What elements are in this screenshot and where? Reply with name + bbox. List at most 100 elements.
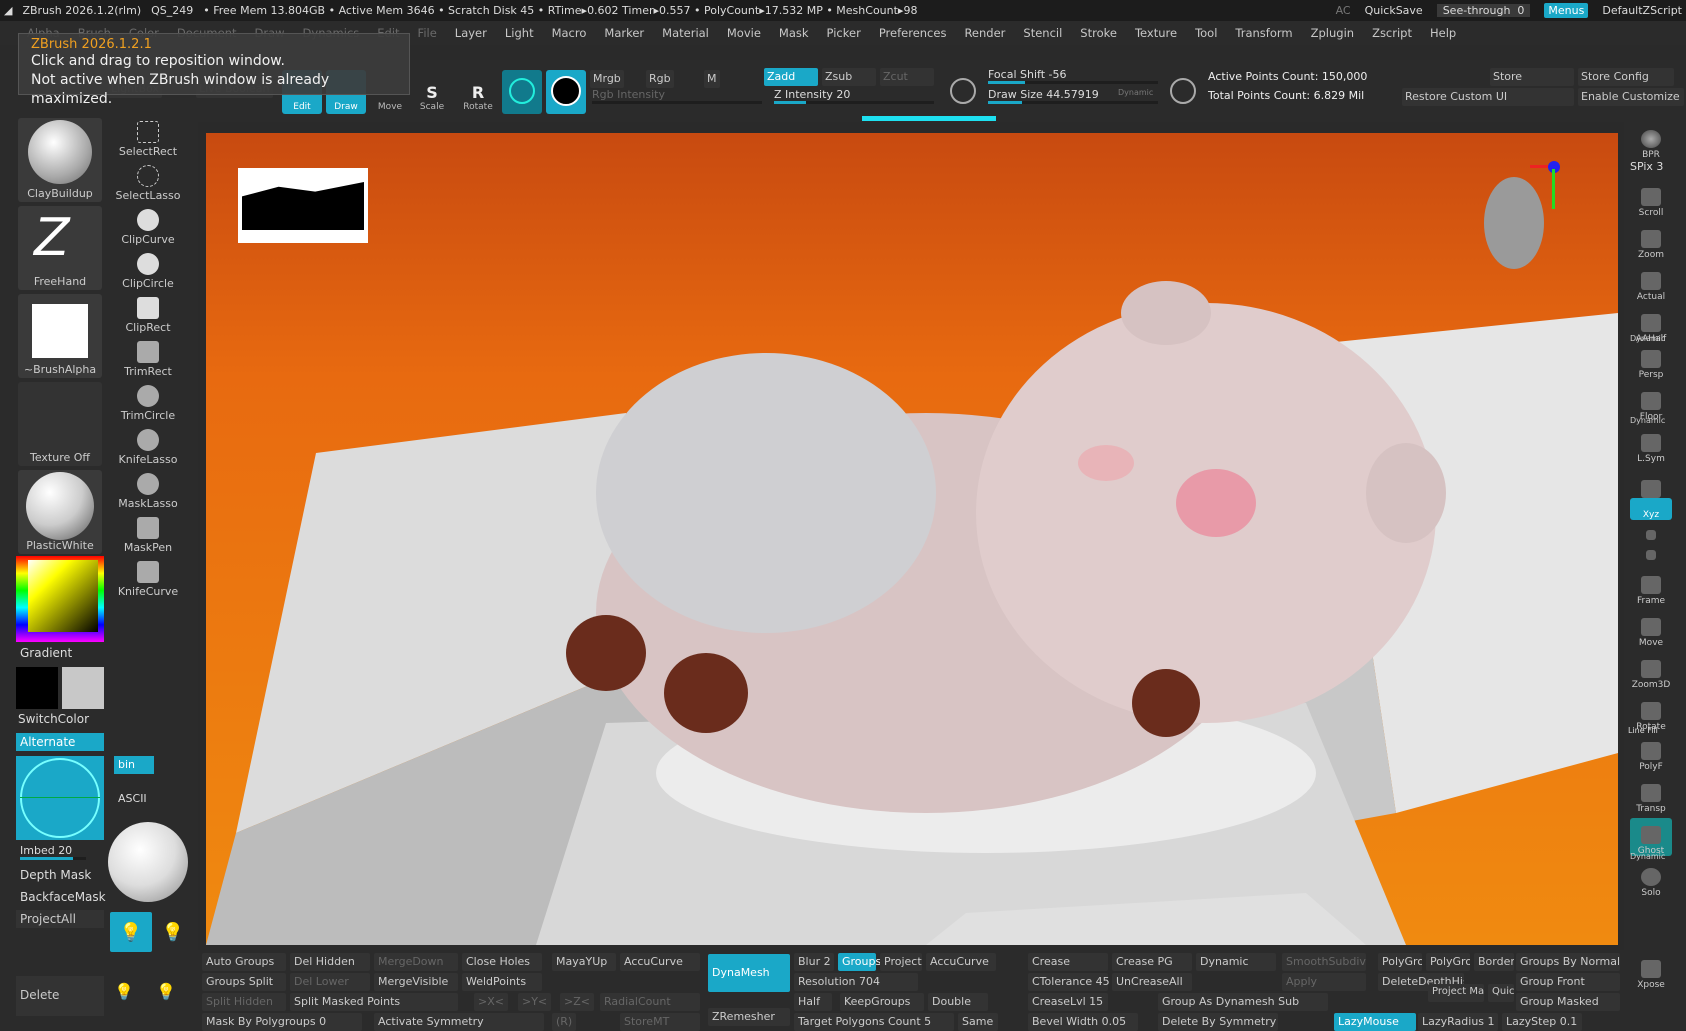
backface-mask-toggle[interactable]: BackfaceMask bbox=[20, 890, 106, 904]
bevel-width-slider[interactable]: Bevel Width 0.05 bbox=[1028, 1013, 1138, 1031]
menu-preferences[interactable]: Preferences bbox=[870, 26, 956, 40]
lightbulb-b-icon[interactable]: 💡 bbox=[156, 982, 176, 1001]
default-zscript-button[interactable]: DefaultZScript bbox=[1602, 4, 1682, 17]
polygroupit-button[interactable]: PolyGroupIt bbox=[1378, 953, 1422, 971]
same-button[interactable]: Same bbox=[958, 1013, 998, 1031]
rgb-intensity-slider[interactable]: Rgb Intensity bbox=[592, 88, 762, 104]
crease-button[interactable]: Crease bbox=[1028, 953, 1108, 971]
zoom3d-button[interactable]: Zoom3D bbox=[1630, 652, 1672, 690]
menus-toggle[interactable]: Menus bbox=[1544, 3, 1589, 18]
groups-by-normals-button[interactable]: Groups By Normals bbox=[1516, 953, 1620, 971]
menu-tool[interactable]: Tool bbox=[1186, 26, 1226, 40]
enable-customize-button[interactable]: Enable Customize bbox=[1578, 88, 1684, 106]
menu-zplugin[interactable]: Zplugin bbox=[1302, 26, 1363, 40]
thumbnail-preview[interactable] bbox=[238, 168, 368, 243]
del-lower-button[interactable]: Del Lower bbox=[290, 973, 370, 991]
reposition-notice[interactable]: ZBrush 2026.1.2.1 Click and drag to repo… bbox=[18, 33, 410, 107]
rotate-y-icon[interactable] bbox=[1630, 522, 1672, 542]
lock-button[interactable] bbox=[1630, 462, 1672, 500]
zremesher-button[interactable]: ZRemesher bbox=[708, 1008, 790, 1026]
gradient-label[interactable]: Gradient bbox=[20, 646, 72, 660]
radial-r-button[interactable]: (R) bbox=[552, 1013, 577, 1031]
menu-stencil[interactable]: Stencil bbox=[1014, 26, 1071, 40]
menu-movie[interactable]: Movie bbox=[718, 26, 770, 40]
menu-macro[interactable]: Macro bbox=[543, 26, 596, 40]
switch-color-button[interactable]: SwitchColor bbox=[18, 712, 89, 726]
radial-count-slider[interactable]: RadialCount bbox=[600, 993, 700, 1011]
store-mt-button[interactable]: StoreMT bbox=[620, 1013, 700, 1031]
lightbulb-a-icon[interactable]: 💡 bbox=[114, 982, 134, 1001]
ctolerance-slider[interactable]: CTolerance 45 bbox=[1028, 973, 1110, 991]
store-config-button[interactable]: Store Config bbox=[1578, 68, 1674, 86]
quicksave-button[interactable]: QuickSave bbox=[1365, 4, 1423, 17]
focal-shift-slider[interactable]: Focal Shift -56 bbox=[988, 68, 1158, 84]
resolution-slider[interactable]: Resolution 704 bbox=[794, 973, 918, 991]
imbed-slider[interactable]: Imbed 20 bbox=[20, 844, 86, 860]
actual-button[interactable]: Actual bbox=[1630, 264, 1672, 302]
tool-clipcurve[interactable]: ClipCurve bbox=[112, 204, 184, 246]
delete-by-symmetry-button[interactable]: Delete By Symmetry bbox=[1158, 1013, 1278, 1031]
z-symmetry-button[interactable]: >Z< bbox=[560, 993, 594, 1011]
lightbulb-off-icon[interactable]: 💡 bbox=[156, 912, 190, 952]
menu-texture[interactable]: Texture bbox=[1126, 26, 1186, 40]
tool-clipcircle[interactable]: ClipCircle bbox=[112, 248, 184, 290]
transp-button[interactable]: Transp bbox=[1630, 776, 1672, 814]
auto-groups-button[interactable]: Auto Groups bbox=[202, 953, 286, 971]
see-through-slider[interactable]: See-through 0 bbox=[1436, 4, 1531, 17]
border-button[interactable]: Border bbox=[1474, 953, 1514, 971]
menu-stroke[interactable]: Stroke bbox=[1071, 26, 1126, 40]
alternate-toggle[interactable]: Alternate bbox=[16, 733, 104, 751]
secondary-color-swatch[interactable] bbox=[62, 667, 104, 709]
weld-points-button[interactable]: WeldPoints bbox=[462, 973, 542, 991]
zcut-button[interactable]: Zcut bbox=[880, 68, 934, 86]
blur-slider[interactable]: Blur 2 bbox=[794, 953, 834, 971]
move-view-button[interactable]: Move bbox=[1630, 610, 1672, 648]
local-symmetry-button[interactable]: L.Sym bbox=[1630, 426, 1672, 464]
crease-pg-button[interactable]: Crease PG bbox=[1112, 953, 1192, 971]
activate-symmetry-button[interactable]: Activate Symmetry bbox=[374, 1013, 544, 1031]
zsub-button[interactable]: Zsub bbox=[822, 68, 876, 86]
alpha-thumbnail[interactable]: ~BrushAlpha bbox=[18, 294, 102, 378]
m-button[interactable]: M bbox=[704, 70, 720, 88]
spix-slider[interactable]: SPix 3 bbox=[1630, 160, 1663, 173]
lazymouse-toggle[interactable]: LazyMouse bbox=[1334, 1013, 1416, 1031]
dynamic-mode-icon[interactable] bbox=[546, 70, 586, 114]
close-holes-button[interactable]: Close Holes bbox=[462, 953, 542, 971]
menu-marker[interactable]: Marker bbox=[595, 26, 653, 40]
tool-cliprect[interactable]: ClipRect bbox=[112, 292, 184, 334]
project-master-button[interactable]: Project Master bbox=[1428, 984, 1484, 1002]
xpose-button[interactable]: Xpose bbox=[1630, 952, 1672, 990]
y-symmetry-button[interactable]: >Y< bbox=[518, 993, 552, 1011]
scene-svg[interactable] bbox=[206, 133, 1618, 945]
menu-file[interactable]: File bbox=[409, 26, 446, 40]
accucurve-dynamesh-toggle[interactable]: AccuCurve bbox=[926, 953, 996, 971]
draw-d-icon[interactable] bbox=[1164, 72, 1202, 112]
bin-toggle[interactable]: bin bbox=[114, 756, 154, 774]
tool-knifelasso[interactable]: KnifeLasso bbox=[112, 424, 184, 466]
accucurve-button[interactable]: AccuCurve bbox=[620, 953, 700, 971]
restore-custom-ui-button[interactable]: Restore Custom UI bbox=[1402, 88, 1574, 106]
zoom-button[interactable]: Zoom bbox=[1630, 222, 1672, 260]
keep-groups-button[interactable]: KeepGroups bbox=[840, 993, 924, 1011]
gizmo-thumbnail[interactable] bbox=[16, 756, 104, 840]
depth-mask-toggle[interactable]: Depth Mask bbox=[20, 868, 91, 882]
menu-material[interactable]: Material bbox=[653, 26, 718, 40]
tool-maskpen[interactable]: MaskPen bbox=[112, 512, 184, 554]
texture-thumbnail[interactable]: Texture Off bbox=[18, 382, 102, 466]
menu-light[interactable]: Light bbox=[496, 26, 543, 40]
rotate-z-icon[interactable] bbox=[1630, 542, 1672, 562]
ghost-button[interactable]: Ghost bbox=[1630, 818, 1672, 856]
target-polygons-slider[interactable]: Target Polygons Count 5 bbox=[794, 1013, 954, 1031]
project-all-button[interactable]: ProjectAll bbox=[16, 910, 104, 928]
lazy-step-slider[interactable]: LazyStep 0.1 bbox=[1502, 1013, 1582, 1031]
tool-masklasso[interactable]: MaskLasso bbox=[112, 468, 184, 510]
stroke-thumbnail[interactable]: Z FreeHand bbox=[18, 206, 102, 290]
axis-gizmo-icon[interactable] bbox=[1530, 153, 1560, 223]
groups-toggle[interactable]: Groups bbox=[838, 953, 881, 971]
half-button[interactable]: Half bbox=[794, 993, 832, 1011]
scroll-button[interactable]: Scroll bbox=[1630, 180, 1672, 218]
menu-picker[interactable]: Picker bbox=[818, 26, 870, 40]
del-hidden-button[interactable]: Del Hidden bbox=[290, 953, 370, 971]
rotate-button[interactable]: R Rotate bbox=[458, 70, 498, 114]
focal-s-icon[interactable] bbox=[944, 72, 982, 112]
